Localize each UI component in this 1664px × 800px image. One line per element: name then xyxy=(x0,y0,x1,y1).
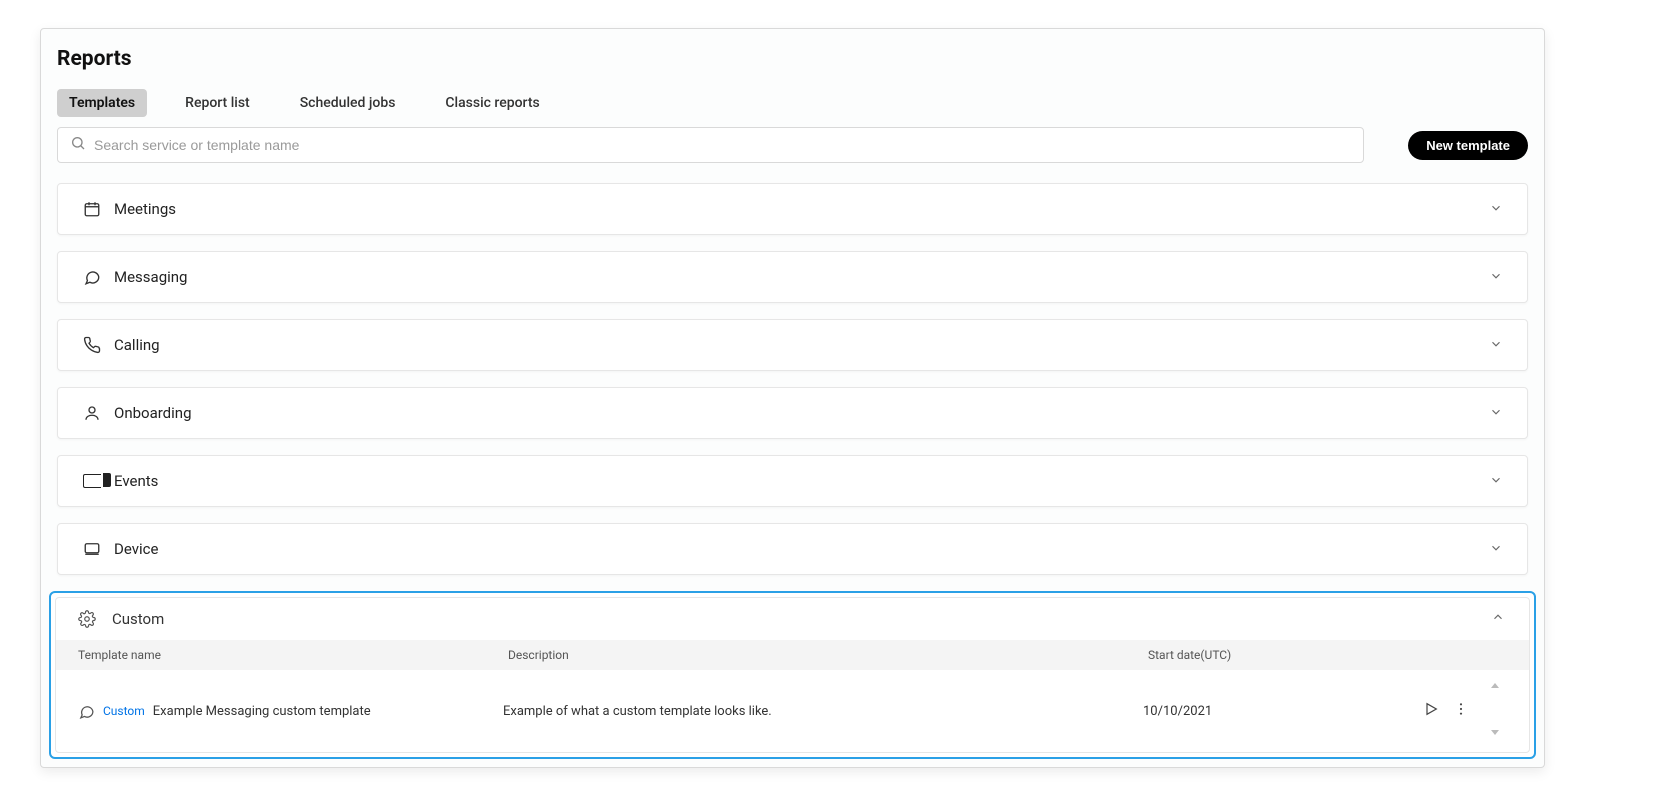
ticket-icon xyxy=(80,474,104,488)
chevron-down-icon xyxy=(1489,268,1503,287)
tab-report-list[interactable]: Report list xyxy=(173,89,262,117)
section-custom: Custom Template name Description Start d… xyxy=(55,597,1530,753)
chevron-down-icon xyxy=(1489,200,1503,219)
section-events: Events xyxy=(57,455,1528,507)
chat-icon xyxy=(78,703,103,720)
chat-icon xyxy=(80,268,104,286)
person-icon xyxy=(80,404,104,422)
section-messaging: Messaging xyxy=(57,251,1528,303)
section-header-messaging[interactable]: Messaging xyxy=(58,252,1527,302)
chevron-down-icon xyxy=(1489,404,1503,423)
more-icon[interactable] xyxy=(1453,701,1469,721)
scroll-down-icon[interactable] xyxy=(1489,726,1507,742)
section-label: Device xyxy=(114,540,1489,558)
toolbar: New template xyxy=(41,127,1544,163)
search-icon xyxy=(70,135,86,155)
section-calling: Calling xyxy=(57,319,1528,371)
gear-icon xyxy=(78,610,102,628)
phone-icon xyxy=(80,336,104,354)
row-date: 10/10/2021 xyxy=(1143,704,1423,719)
col-header-date: Start date(UTC) xyxy=(1148,648,1428,662)
chevron-down-icon xyxy=(1489,336,1503,355)
section-label: Calling xyxy=(114,336,1489,354)
section-onboarding: Onboarding xyxy=(57,387,1528,439)
row-name: Example Messaging custom template xyxy=(153,704,371,719)
section-header-calling[interactable]: Calling xyxy=(58,320,1527,370)
search-box[interactable] xyxy=(57,127,1364,163)
section-label: Messaging xyxy=(114,268,1489,286)
section-header-onboarding[interactable]: Onboarding xyxy=(58,388,1527,438)
search-input[interactable] xyxy=(94,137,1351,153)
chevron-down-icon xyxy=(1489,540,1503,559)
row-desc: Example of what a custom template looks … xyxy=(503,704,1143,719)
page-title: Reports xyxy=(57,47,1544,71)
custom-table-header: Template name Description Start date(UTC… xyxy=(56,640,1529,670)
chevron-down-icon xyxy=(1489,472,1503,491)
device-icon xyxy=(80,540,104,558)
new-template-button[interactable]: New template xyxy=(1408,131,1528,160)
section-label: Events xyxy=(114,472,1489,490)
scroll-up-icon[interactable] xyxy=(1489,680,1507,696)
section-header-events[interactable]: Events xyxy=(58,456,1527,506)
template-sections: Meetings Messaging xyxy=(41,183,1544,575)
custom-highlight: Custom Template name Description Start d… xyxy=(49,591,1536,759)
section-label: Custom xyxy=(112,610,164,628)
chevron-up-icon xyxy=(1491,610,1505,628)
reports-panel: Reports Templates Report list Scheduled … xyxy=(40,28,1545,768)
section-device: Device xyxy=(57,523,1528,575)
table-row[interactable]: Custom Example Messaging custom template… xyxy=(56,670,1529,752)
col-header-name: Template name xyxy=(78,648,508,662)
tab-templates[interactable]: Templates xyxy=(57,89,147,117)
run-icon[interactable] xyxy=(1423,701,1439,721)
calendar-icon xyxy=(80,200,104,218)
section-label: Onboarding xyxy=(114,404,1489,422)
tabs: Templates Report list Scheduled jobs Cla… xyxy=(41,89,1544,117)
col-header-desc: Description xyxy=(508,648,1148,662)
section-header-device[interactable]: Device xyxy=(58,524,1527,574)
section-header-meetings[interactable]: Meetings xyxy=(58,184,1527,234)
tab-scheduled-jobs[interactable]: Scheduled jobs xyxy=(288,89,408,117)
custom-badge: Custom xyxy=(103,704,145,718)
tab-classic-reports[interactable]: Classic reports xyxy=(433,89,551,117)
section-label: Meetings xyxy=(114,200,1489,218)
section-meetings: Meetings xyxy=(57,183,1528,235)
section-header-custom[interactable]: Custom xyxy=(56,598,1529,640)
